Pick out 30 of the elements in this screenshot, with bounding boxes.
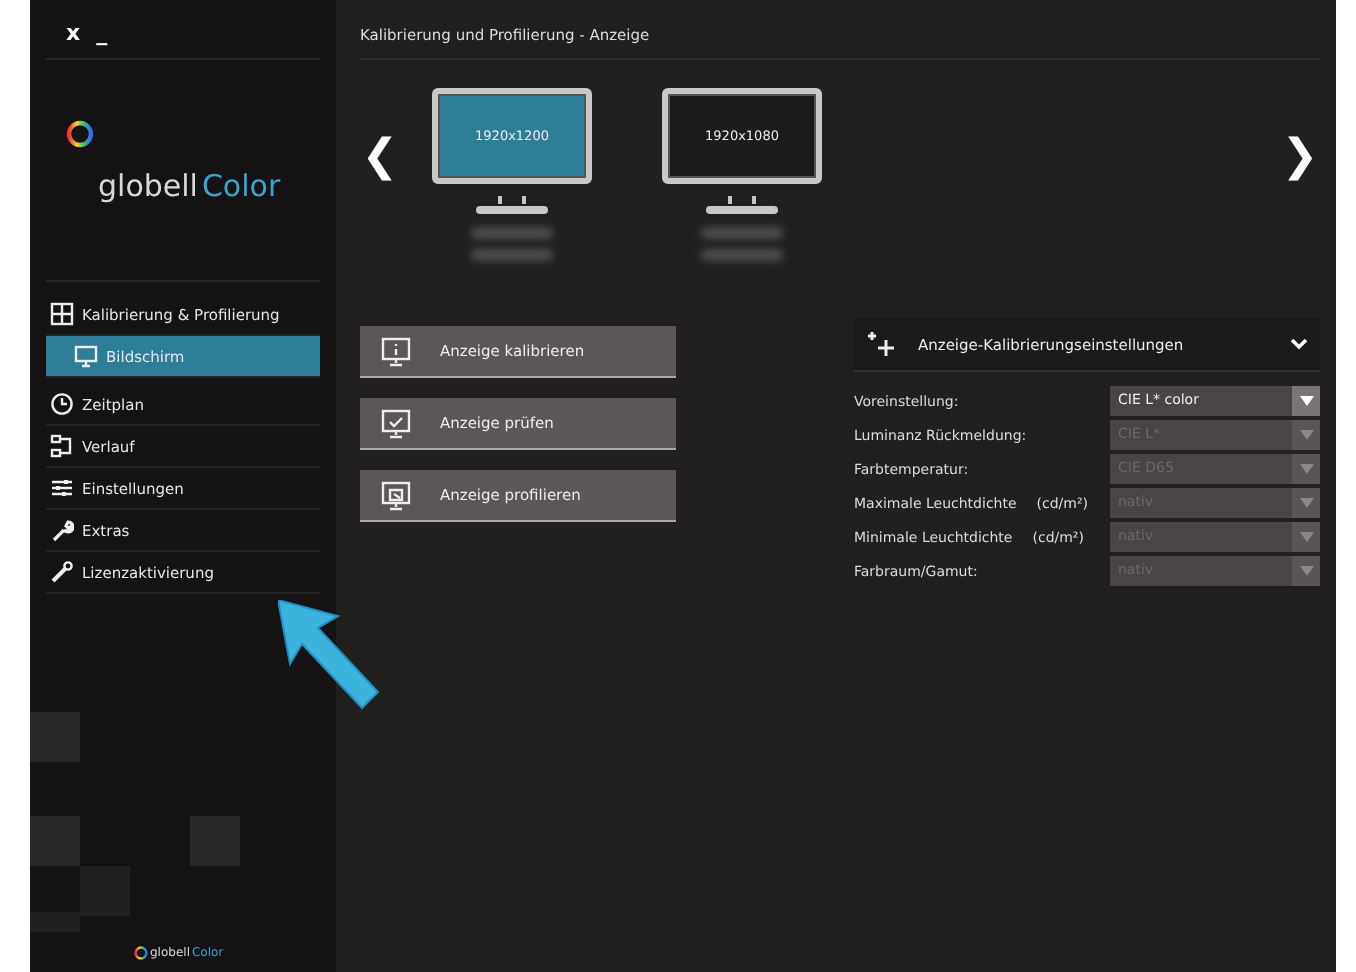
- ring-logo-icon: [66, 120, 94, 148]
- wrench-icon: [50, 518, 74, 542]
- monitor-info-icon: [380, 335, 412, 367]
- blurred-label: [472, 250, 552, 260]
- caret-icon: [1299, 430, 1313, 440]
- caret-icon: [1299, 498, 1313, 508]
- wrench-icon: [50, 560, 74, 584]
- next-button[interactable]: ❯: [1280, 132, 1320, 182]
- blurred-label: [702, 250, 782, 260]
- blurred-label: [702, 228, 782, 238]
- sliders-icon: [50, 476, 74, 500]
- flowchart-icon: [50, 434, 74, 458]
- logo-text: globell: [98, 168, 198, 204]
- ring-logo-icon: [134, 946, 148, 960]
- minimize-button[interactable]: _: [96, 20, 108, 46]
- grid-icon: [50, 302, 74, 326]
- monitor-chart-icon: [380, 479, 412, 511]
- pointer-arrow-icon: [278, 600, 382, 712]
- caret-icon: [1299, 396, 1313, 406]
- logo-accent-text: Color: [201, 168, 281, 204]
- sparkle-icon: [866, 330, 898, 358]
- caret-icon: [1299, 464, 1313, 474]
- previous-button[interactable]: ❮: [360, 132, 400, 182]
- blurred-label: [472, 228, 552, 238]
- monitor-check-icon: [380, 407, 412, 439]
- monitor-icon: [74, 344, 98, 368]
- caret-icon: [1299, 566, 1313, 576]
- caret-icon: [1299, 532, 1313, 542]
- clock-icon: [50, 392, 74, 416]
- close-button[interactable]: x: [66, 20, 81, 46]
